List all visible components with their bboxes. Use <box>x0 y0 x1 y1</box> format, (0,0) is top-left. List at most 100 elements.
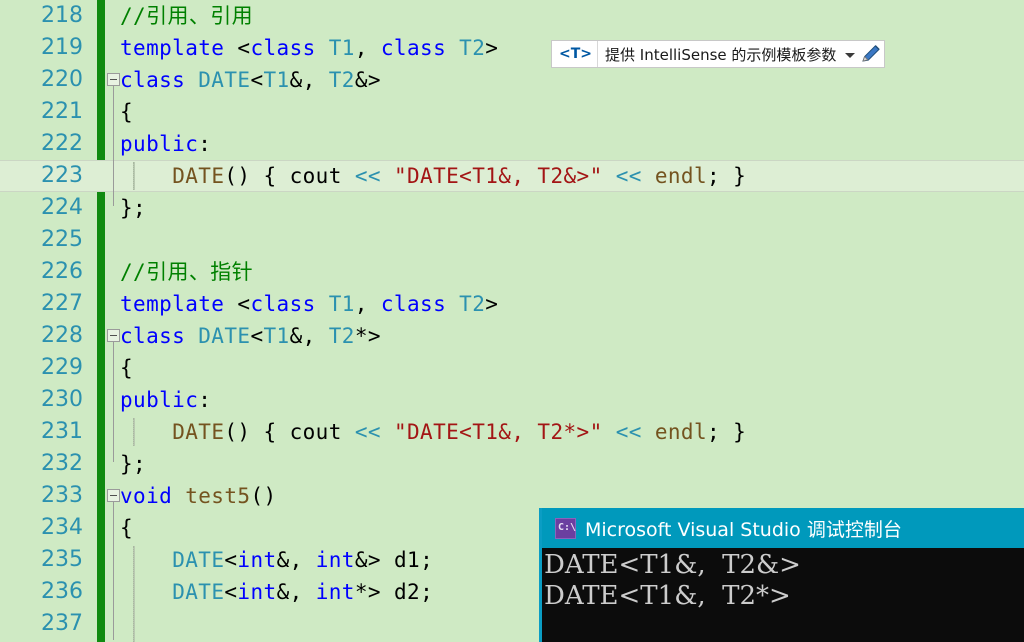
command-prompt-icon-label: C:\ <box>558 521 577 533</box>
template-bar-text: 提供 IntelliSense 的示例模板参数 <box>605 45 837 64</box>
code-text[interactable]: //引用、指针 <box>120 256 253 288</box>
code-token: template <box>120 36 238 60</box>
code-text[interactable]: public: <box>120 128 211 160</box>
line-number: 224 <box>41 195 83 220</box>
line-number: 232 <box>41 451 83 476</box>
visual-studio-editor-screenshot: 218//引用、引用 219 template <class T1, class T… <box>0 0 1024 642</box>
code-line[interactable]: 224}; <box>0 192 1024 224</box>
fold-toggle-icon[interactable] <box>107 73 120 86</box>
code-region-line <box>113 342 114 462</box>
code-line[interactable]: 218 //引用、引用 <box>0 0 1024 32</box>
fold-toggle-icon[interactable] <box>107 489 120 502</box>
intellisense-template-parameter-bar[interactable]: <T> 提供 IntelliSense 的示例模板参数 <box>551 40 886 68</box>
console-output-line: DATE<T1&, T2*> <box>544 581 791 611</box>
code-line[interactable]: 226 //引用、指针 <box>0 256 1024 288</box>
code-line[interactable]: 222 public: <box>0 128 1024 160</box>
line-number: 228 <box>41 323 83 348</box>
code-text[interactable]: DATE<int&, int*> d2; <box>120 576 433 608</box>
code-token: > <box>485 36 499 60</box>
code-token: ; } <box>707 420 747 444</box>
code-text[interactable]: { <box>120 512 133 544</box>
code-token: { <box>120 100 134 124</box>
line-number: 234 <box>41 515 83 540</box>
code-token: //引用、指针 <box>120 260 254 284</box>
code-text[interactable]: }; <box>120 448 146 480</box>
code-text[interactable]: //引用、引用 <box>120 0 253 32</box>
line-number: 219 <box>41 35 83 60</box>
code-token: "DATE<T1&, T2&>" <box>393 164 603 188</box>
code-token: > <box>485 292 499 316</box>
code-token: () <box>250 484 277 508</box>
console-title: Microsoft Visual Studio 调试控制台 <box>585 518 902 541</box>
console-output-line: DATE<T1&, T2&> <box>544 550 801 580</box>
line-number: 231 <box>41 419 83 444</box>
indent-guide <box>133 162 135 190</box>
code-token: &, <box>289 68 329 92</box>
code-text[interactable]: { <box>120 352 133 384</box>
code-token: T1 <box>328 36 355 60</box>
code-line[interactable]: 229 { <box>0 352 1024 384</box>
code-token: << <box>615 420 642 444</box>
line-number: 223 <box>41 163 83 188</box>
code-token: d2; <box>393 580 434 604</box>
code-token: template <box>120 292 238 316</box>
code-line[interactable]: 223 DATE() { cout << "DATE<T1&, T2&>" <<… <box>0 160 1024 192</box>
code-line[interactable]: 228 class DATE<T1&, T2*> <box>0 320 1024 352</box>
code-text[interactable]: template <class T1, class T2> <box>120 288 498 320</box>
debug-console-window[interactable]: C:\ Microsoft Visual Studio 调试控制台 DATE<T… <box>539 508 1024 642</box>
line-number: 235 <box>41 547 83 572</box>
code-text[interactable]: }; <box>120 192 146 224</box>
code-line[interactable]: 232}; <box>0 448 1024 480</box>
code-line[interactable]: 225 <box>0 224 1024 256</box>
code-token: }; <box>120 196 147 220</box>
code-token: , <box>354 292 381 316</box>
code-token: *> <box>354 580 394 604</box>
line-number: 222 <box>41 131 83 156</box>
code-line[interactable]: 220 class DATE<T1&, T2&> <box>0 64 1024 96</box>
code-token: DATE <box>172 580 225 604</box>
code-token: class <box>380 36 460 60</box>
code-text[interactable]: void test5() <box>120 480 277 512</box>
code-token: DATE <box>172 420 225 444</box>
code-token: << <box>615 164 642 188</box>
code-text[interactable]: class DATE<T1&, T2&> <box>120 64 381 96</box>
code-token: T2 <box>328 324 355 348</box>
code-region-line <box>113 86 114 206</box>
fold-toggle-icon[interactable] <box>107 329 120 342</box>
code-line[interactable]: 227 template <class T1, class T2> <box>0 288 1024 320</box>
code-token: d1; <box>393 548 434 572</box>
code-text[interactable]: DATE() { cout << "DATE<T1&, T2*>" << end… <box>120 416 746 448</box>
code-token: : <box>198 388 212 412</box>
code-token: class <box>250 36 329 60</box>
code-token: T2 <box>459 36 486 60</box>
line-number: 218 <box>41 3 83 28</box>
code-line[interactable]: 230 public: <box>0 384 1024 416</box>
code-token: cout <box>289 164 355 188</box>
pencil-icon[interactable] <box>858 41 884 67</box>
code-text[interactable]: DATE() { cout << "DATE<T1&, T2&>" << end… <box>120 161 746 191</box>
code-token: < <box>237 292 251 316</box>
code-text[interactable]: template <class T1, class T2> <box>120 32 498 64</box>
code-text[interactable]: class DATE<T1&, T2*> <box>120 320 381 352</box>
code-token: int <box>315 548 355 572</box>
code-token: < <box>237 36 251 60</box>
code-token: &> <box>354 548 394 572</box>
line-number: 237 <box>41 611 83 636</box>
line-number: 233 <box>41 483 83 508</box>
chevron-down-icon[interactable] <box>842 41 858 67</box>
code-token: class <box>120 324 199 348</box>
code-token: cout <box>289 420 355 444</box>
code-line[interactable]: 231 DATE() { cout << "DATE<T1&, T2*>" <<… <box>0 416 1024 448</box>
code-line[interactable]: 221 { <box>0 96 1024 128</box>
code-token: T1 <box>263 68 290 92</box>
code-text[interactable]: { <box>120 96 133 128</box>
code-text[interactable]: public: <box>120 384 211 416</box>
code-token: *> <box>354 324 381 348</box>
console-title-bar[interactable]: C:\ Microsoft Visual Studio 调试控制台 <box>542 508 1024 548</box>
line-number: 230 <box>41 387 83 412</box>
code-text[interactable]: DATE<int&, int&> d1; <box>120 544 433 576</box>
